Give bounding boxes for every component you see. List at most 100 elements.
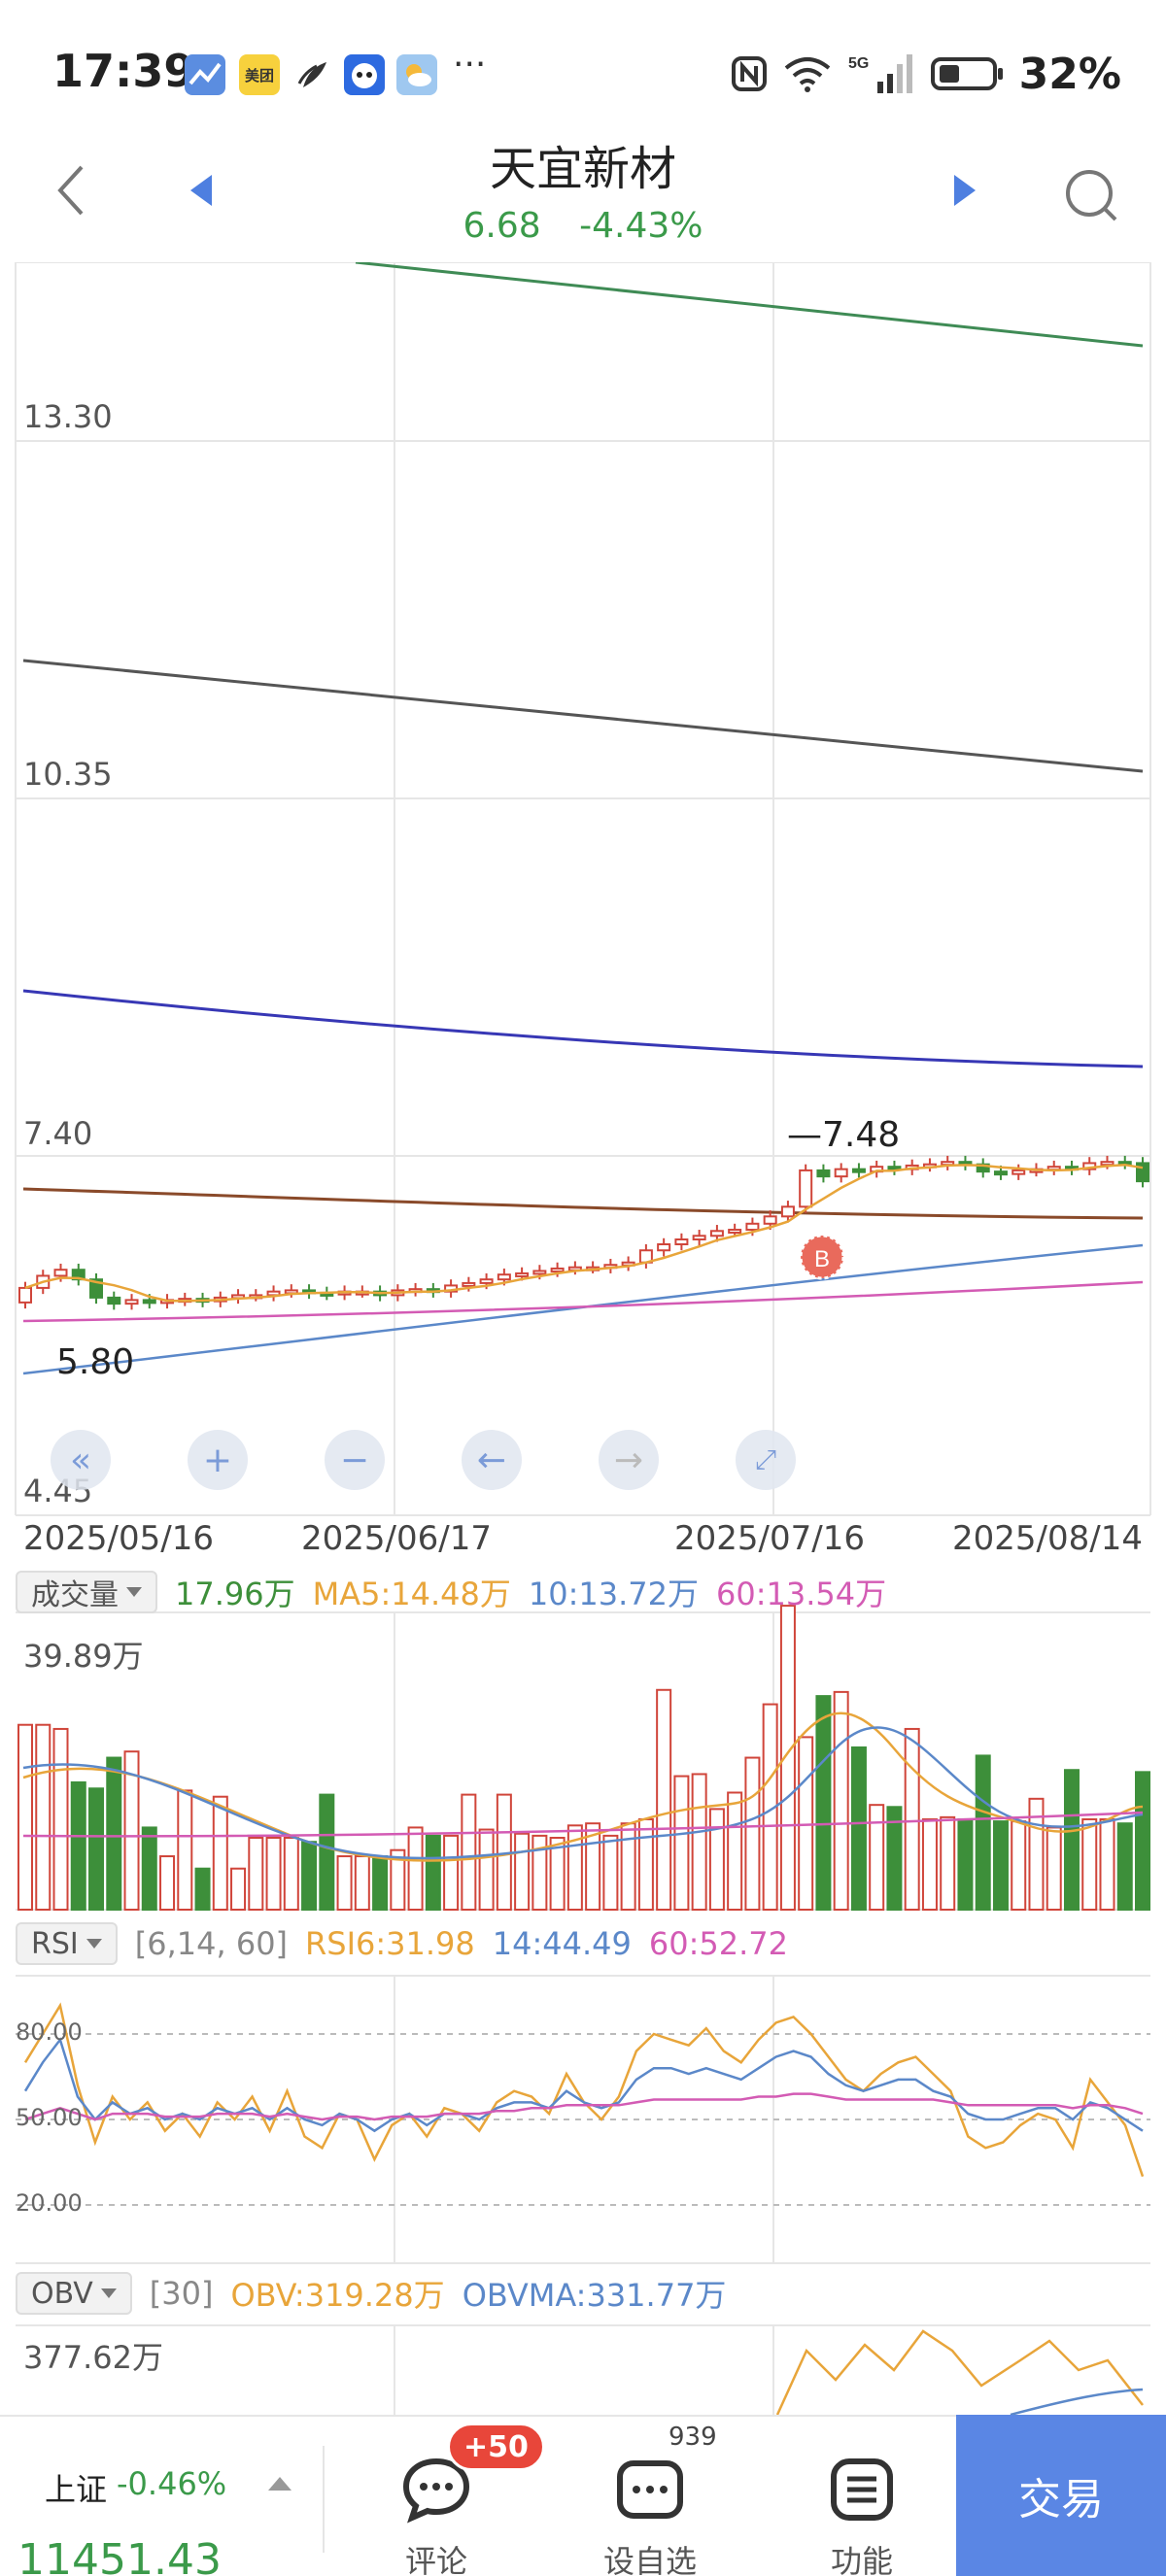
- trade-button[interactable]: 交易: [956, 2415, 1166, 2576]
- more-notifications-icon: ···: [453, 45, 487, 85]
- stock-quote: 6.68 -4.43%: [0, 206, 1166, 246]
- collapse-left-button[interactable]: «: [51, 1430, 111, 1490]
- candle-body: [728, 1229, 742, 1235]
- volume-bar: [354, 1855, 370, 1911]
- candle-body: [799, 1169, 813, 1208]
- candle-body: [780, 1205, 795, 1218]
- price-axis-label: 7.40: [23, 1115, 93, 1152]
- rsi-selector[interactable]: RSI: [16, 1922, 118, 1965]
- expand-index-icon[interactable]: [268, 2477, 292, 2491]
- candle-body: [497, 1273, 511, 1281]
- obv-selector[interactable]: OBV: [16, 2272, 132, 2315]
- candle-body: [1100, 1161, 1115, 1167]
- volume-bar: [691, 1773, 707, 1912]
- volume-bar: [869, 1804, 885, 1911]
- volume-bar: [940, 1815, 956, 1912]
- volume-bar: [1046, 1826, 1062, 1912]
- candle-body: [1012, 1169, 1026, 1175]
- function-button[interactable]: 功能: [789, 2436, 935, 2576]
- volume-bar: [336, 1855, 353, 1911]
- fullscreen-button[interactable]: ⤢: [736, 1430, 796, 1490]
- volume-bar: [478, 1828, 495, 1911]
- scroll-left-button[interactable]: ←: [462, 1430, 522, 1490]
- candle-body: [107, 1296, 121, 1305]
- volume-selector[interactable]: 成交量: [16, 1571, 157, 1613]
- price-axis-label: 10.35: [23, 756, 113, 793]
- buy-marker-label: B: [814, 1246, 830, 1272]
- candle-body: [674, 1238, 689, 1246]
- volume-bar: [52, 1727, 69, 1912]
- candle-body: [479, 1278, 494, 1284]
- low-price-annotation: 5.80: [56, 1342, 135, 1382]
- ma-line: [22, 1187, 1144, 1220]
- volume-bar: [620, 1822, 636, 1911]
- svg-text:5G: 5G: [848, 55, 869, 72]
- chevron-down-icon: [100, 2288, 117, 2298]
- candle-body: [142, 1299, 156, 1305]
- index-value: 11451.43: [17, 2535, 222, 2576]
- ma5-line: [24, 1163, 1144, 1303]
- volume-bar: [798, 1736, 814, 1912]
- search-icon[interactable]: [1063, 167, 1121, 225]
- obv-ymax-label: 377.62万: [23, 2339, 163, 2376]
- chevron-down-icon: [86, 1939, 102, 1949]
- date-axis-label: 2025/06/17: [301, 1519, 492, 1558]
- candle-body: [816, 1169, 831, 1178]
- scroll-right-button[interactable]: →: [599, 1430, 659, 1490]
- volume-bar: [230, 1867, 247, 1911]
- candle-body: [745, 1222, 760, 1232]
- volume-bar: [461, 1793, 477, 1911]
- rsi-indicator-bar: RSI [6,14, 60] RSI6:31.98 14:44.49 60:52…: [16, 1921, 788, 1966]
- comment-count-badge: +50: [447, 2423, 545, 2471]
- watchlist-icon: [617, 2460, 683, 2519]
- next-stock-icon[interactable]: [952, 173, 977, 208]
- status-right: 5G 32%: [730, 45, 1121, 103]
- volume-ma5: MA5:14.48万: [312, 1576, 511, 1612]
- volume-bar: [1135, 1771, 1150, 1912]
- date-axis-label: 2025/07/16: [674, 1519, 865, 1558]
- obv-line: [775, 2329, 1144, 2415]
- candle-body: [1136, 1162, 1149, 1183]
- candle-body: [763, 1215, 777, 1225]
- volume-bar: [744, 1756, 761, 1911]
- volume-bar: [1099, 1817, 1115, 1912]
- volume-bar: [35, 1723, 51, 1911]
- volume-bar: [1081, 1817, 1098, 1912]
- candle-body: [550, 1267, 565, 1272]
- ma-line: [355, 262, 1144, 348]
- obv-params: [30]: [149, 2275, 214, 2312]
- volume-bar: [283, 1837, 299, 1911]
- rsi60-value: 60:52.72: [648, 1925, 788, 1962]
- volume-bar: [17, 1723, 33, 1911]
- watchlist-label: 设自选: [602, 2543, 697, 2576]
- rsi-level-label: 50.00: [16, 2104, 83, 2131]
- feather-app-icon: [293, 54, 334, 95]
- candle-body: [53, 1269, 68, 1277]
- stock-chart[interactable]: B: [0, 262, 1166, 2415]
- volume-bar: [70, 1780, 86, 1912]
- obvma-line: [1010, 2388, 1144, 2415]
- volume-bar: [248, 1837, 264, 1911]
- volume-bar: [673, 1775, 690, 1911]
- high-price-value: 7.48: [822, 1115, 901, 1155]
- zoom-out-button[interactable]: −: [325, 1430, 385, 1490]
- add-watchlist-button[interactable]: 设自选: [577, 2436, 723, 2576]
- chevron-down-icon: [126, 1587, 142, 1597]
- volume-bar: [602, 1834, 619, 1912]
- function-label: 功能: [830, 2543, 893, 2576]
- volume-bar: [921, 1817, 938, 1912]
- volume-bar: [159, 1855, 176, 1911]
- volume-bar: [1011, 1820, 1027, 1911]
- map-app-icon: [185, 54, 225, 95]
- volume-bar: [815, 1695, 832, 1911]
- rsi-level-label: 20.00: [16, 2189, 83, 2217]
- zoom-in-button[interactable]: +: [188, 1430, 248, 1490]
- volume-ymax-label: 39.89万: [23, 1638, 144, 1675]
- volume-bar: [656, 1688, 672, 1912]
- menu-icon: [831, 2458, 893, 2521]
- rsi-params: [6,14, 60]: [134, 1925, 289, 1962]
- volume-bar: [372, 1855, 389, 1911]
- obvma-value: OBVMA:331.77万: [462, 2277, 727, 2314]
- volume-bar: [992, 1820, 1009, 1911]
- volume-bar: [194, 1867, 211, 1911]
